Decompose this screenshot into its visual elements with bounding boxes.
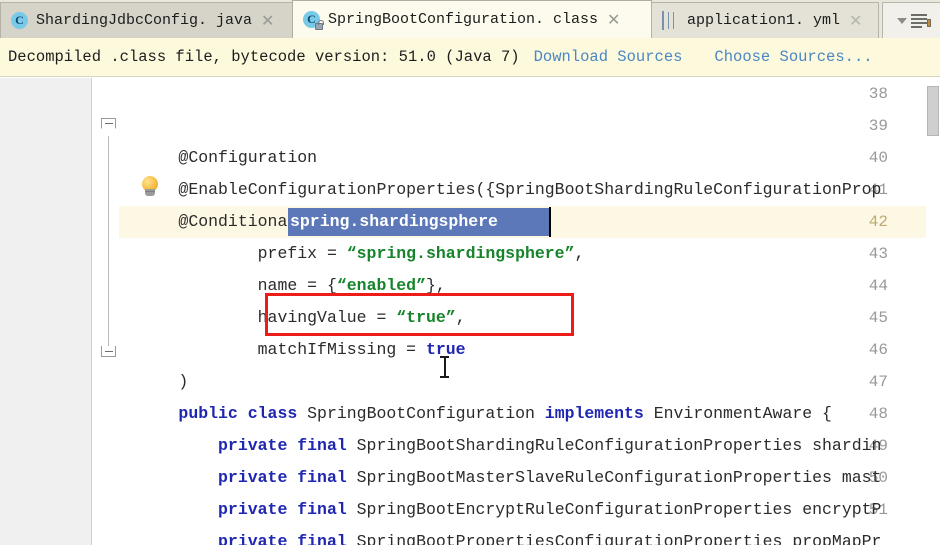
code-line: matchIfMissing = true bbox=[119, 302, 466, 359]
tab-springbootconfiguration-class[interactable]: C SpringBootConfiguration. class ✕ bbox=[292, 0, 652, 38]
java-class-decompiled-icon: C bbox=[303, 10, 324, 30]
tab-overflow-controls[interactable] bbox=[882, 2, 940, 38]
fold-collapse-icon[interactable] bbox=[101, 118, 118, 137]
notification-message: Decompiled .class file, bytecode version… bbox=[8, 48, 520, 66]
tab-application1-yml[interactable]: application1. yml ✕ bbox=[651, 2, 879, 38]
code-line: @ConditionalOnProperty( bbox=[119, 174, 406, 231]
selected-text: spring.shardingsphere bbox=[290, 212, 498, 231]
code-token: , bbox=[574, 244, 585, 263]
line-number-gutter[interactable] bbox=[0, 78, 92, 545]
close-icon[interactable]: ✕ bbox=[847, 12, 864, 29]
decompiled-notification-bar: Decompiled .class file, bytecode version… bbox=[0, 38, 940, 77]
code-fold-gutter[interactable] bbox=[92, 78, 119, 545]
fold-region-line bbox=[108, 136, 109, 348]
code-line: havingValue = “true”, bbox=[119, 270, 466, 327]
code-line: private final SpringBootMasterSlaveRuleC… bbox=[119, 430, 881, 487]
text-caret bbox=[549, 207, 551, 237]
editor-tab-bar: C ShardingJdbcConfig. java ✕ C SpringBoo… bbox=[0, 0, 940, 38]
code-line: @Configuration bbox=[119, 110, 317, 167]
lock-icon bbox=[315, 19, 324, 30]
vertical-scrollbar[interactable] bbox=[926, 78, 940, 545]
code-editor[interactable]: 38 39 40 41 42 43 44 45 46 47 48 49 50 5… bbox=[0, 78, 940, 545]
code-line: public class SpringBootConfiguration imp… bbox=[119, 366, 832, 423]
text-ibeam-cursor bbox=[440, 356, 449, 378]
lightbulb-icon[interactable] bbox=[139, 176, 161, 198]
code-token-keyword: private final bbox=[218, 532, 357, 545]
yaml-file-icon bbox=[662, 10, 680, 30]
download-sources-link[interactable]: Download Sources bbox=[534, 48, 683, 66]
code-line: name = {“enabled”}, bbox=[119, 238, 446, 295]
tab-label: application1. yml bbox=[687, 12, 841, 29]
code-line: @EnableConfigurationProperties({SpringBo… bbox=[119, 142, 881, 199]
chevron-down-icon[interactable] bbox=[896, 17, 907, 24]
code-line: private final SpringBootEncryptRuleConfi… bbox=[119, 462, 881, 519]
code-line: ) bbox=[119, 334, 188, 391]
vertical-scrollbar-thumb[interactable] bbox=[927, 86, 939, 136]
tab-label: ShardingJdbcConfig. java bbox=[36, 12, 253, 29]
code-line: private final SpringBootShardingRuleConf… bbox=[119, 398, 881, 455]
close-icon[interactable]: ✕ bbox=[259, 12, 276, 29]
fold-collapse-icon[interactable] bbox=[101, 346, 118, 363]
code-line: private final SpringBootPropertiesConfig… bbox=[119, 494, 881, 545]
tab-shardingjdbcconfig-java[interactable]: C ShardingJdbcConfig. java ✕ bbox=[0, 2, 293, 38]
code-token: matchIfMissing = bbox=[178, 340, 426, 359]
code-content[interactable]: @Configuration @EnableConfigurationPrope… bbox=[119, 78, 940, 545]
choose-sources-link[interactable]: Choose Sources... bbox=[714, 48, 872, 66]
tab-label: SpringBootConfiguration. class bbox=[328, 11, 599, 28]
code-token: SpringBootPropertiesConfigurationPropert… bbox=[356, 532, 882, 545]
tab-list-icon[interactable] bbox=[910, 14, 931, 28]
close-icon[interactable]: ✕ bbox=[605, 11, 622, 28]
java-class-icon: C bbox=[11, 11, 29, 30]
